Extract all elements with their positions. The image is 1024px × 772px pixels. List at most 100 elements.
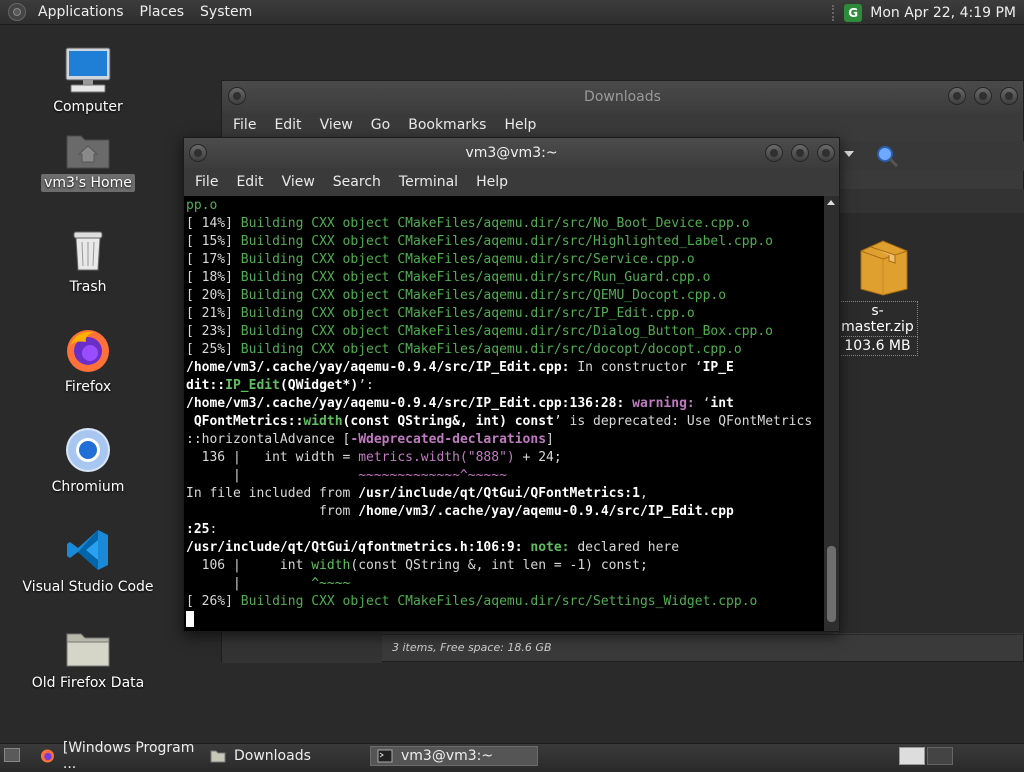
terminal-text: [ 21%]	[186, 306, 241, 321]
terminal-output[interactable]: pp.o [ 14%] Building CXX object CMakeFile…	[184, 196, 824, 631]
desktop-icon-vscode[interactable]: Visual Studio Code	[18, 526, 158, 596]
terminal-line: [ 14%] Building CXX object CMakeFiles/aq…	[186, 215, 824, 233]
scrollbar-thumb[interactable]	[827, 546, 836, 622]
menu-go[interactable]: Go	[362, 117, 399, 133]
applications-menu[interactable]: Applications	[30, 4, 132, 20]
terminal-text: :	[209, 522, 218, 537]
terminal-text: [ 25%]	[186, 342, 241, 357]
desktop-icon-old-firefox-data[interactable]: Old Firefox Data	[18, 628, 158, 692]
file-manager-titlebar[interactable]: Downloads	[222, 81, 1023, 113]
menu-file[interactable]: File	[186, 174, 227, 190]
firefox-icon	[40, 749, 54, 763]
terminal-text: (const QString&, int) const	[342, 414, 554, 429]
taskbar: [Windows Program ... Downloads vm3@vm3:~	[0, 740, 1024, 772]
desktop-icon-chromium[interactable]: Chromium	[18, 426, 158, 496]
terminal-line: :25:	[186, 521, 824, 539]
workspace-2[interactable]	[927, 747, 953, 765]
terminal-text: In constructor ‘	[569, 360, 703, 375]
folder-icon	[66, 633, 110, 667]
chevron-down-icon[interactable]	[844, 151, 854, 157]
terminal-text: int	[710, 396, 734, 411]
desktop-label: Trash	[69, 279, 107, 295]
terminal-text: ::horizontalAdvance [	[186, 432, 351, 447]
terminal-text: /home/vm3/.cache/yay/aqemu-0.9.4/src/IP_…	[186, 396, 625, 411]
desktop-icon-firefox[interactable]: Firefox	[18, 326, 158, 396]
terminal-titlebar[interactable]: vm3@vm3:~	[184, 138, 839, 168]
status-text: 3 items, Free space: 18.6 GB	[392, 641, 552, 654]
terminal-line: | ^~~~~	[186, 575, 824, 593]
minimize-button[interactable]	[765, 144, 783, 162]
terminal-cursor	[186, 611, 194, 627]
terminal-text: width	[303, 414, 343, 429]
terminal-line: In file included from /usr/include/qt/Qt…	[186, 485, 824, 503]
terminal-text: /usr/include/qt/QtGui/QFontMetrics:1	[358, 486, 640, 501]
menu-edit[interactable]: Edit	[227, 174, 272, 190]
terminal-text: ,	[639, 486, 648, 501]
file-view[interactable]: s-master.zip 103.6 MB	[838, 213, 1024, 633]
search-icon[interactable]	[874, 143, 900, 169]
task-windows-program[interactable]: [Windows Program ...	[34, 740, 202, 772]
terminal-scrollbar[interactable]	[824, 196, 839, 631]
desktop-icon-trash[interactable]: Trash	[18, 226, 158, 296]
menu-help[interactable]: Help	[495, 117, 545, 133]
terminal-text: 106 | int	[186, 558, 312, 573]
close-button[interactable]	[817, 144, 835, 162]
close-button[interactable]	[1000, 87, 1018, 105]
terminal-text: metrics.width("888")	[358, 450, 515, 465]
terminal-line: pp.o	[186, 197, 824, 215]
firefox-icon	[67, 330, 109, 372]
clock[interactable]: Mon Apr 22, 4:19 PM	[870, 5, 1016, 21]
desktop-icon-home[interactable]: vm3's Home	[18, 128, 158, 192]
terminal-line: [ 15%] Building CXX object CMakeFiles/aq…	[186, 233, 824, 251]
menu-help[interactable]: Help	[467, 174, 517, 190]
menu-search[interactable]: Search	[324, 174, 390, 190]
places-menu[interactable]: Places	[132, 4, 193, 20]
show-desktop-icon[interactable]	[4, 748, 20, 762]
terminal-text: [ 14%]	[186, 216, 241, 231]
terminal-line: 136 | int width = metrics.width("888") +…	[186, 449, 824, 467]
terminal-text: |	[186, 468, 359, 483]
terminal-line: [ 18%] Building CXX object CMakeFiles/aq…	[186, 269, 824, 287]
computer-icon	[65, 47, 111, 93]
desktop-icon-computer[interactable]: Computer	[18, 46, 158, 116]
task-downloads[interactable]: Downloads	[204, 746, 368, 766]
panel-separator	[832, 4, 836, 21]
terminal-line: ::horizontalAdvance [-Wdeprecated-declar…	[186, 431, 824, 449]
terminal-text: note:	[530, 540, 570, 555]
terminal-text: /home/vm3/.cache/yay/aqemu-0.9.4/src/IP_…	[358, 504, 734, 519]
menu-edit[interactable]: Edit	[265, 117, 310, 133]
task-label: vm3@vm3:~	[401, 748, 494, 764]
status-bar: 3 items, Free space: 18.6 GB	[382, 634, 1023, 661]
maximize-button[interactable]	[791, 144, 809, 162]
desktop-label: Computer	[53, 99, 123, 115]
file-item[interactable]: s-master.zip 103.6 MB	[838, 233, 918, 356]
task-label: [Windows Program ...	[62, 740, 195, 772]
terminal-line: /home/vm3/.cache/yay/aqemu-0.9.4/src/IP_…	[186, 359, 824, 377]
terminal-line: QFontMetrics::width(const QString&, int)…	[186, 413, 824, 431]
system-menu[interactable]: System	[192, 4, 260, 20]
terminal-window: vm3@vm3:~ File Edit View Search Terminal…	[183, 137, 840, 632]
scroll-up-icon[interactable]	[827, 200, 835, 205]
window-title: Downloads	[584, 89, 661, 105]
vscode-icon	[67, 530, 108, 570]
terminal-text: pp.o	[186, 198, 218, 213]
menu-terminal[interactable]: Terminal	[390, 174, 467, 190]
terminal-text: QFontMetrics::	[186, 414, 304, 429]
terminal-line: from /home/vm3/.cache/yay/aqemu-0.9.4/sr…	[186, 503, 824, 521]
trash-icon	[73, 231, 103, 271]
minimize-button[interactable]	[948, 87, 966, 105]
menu-launcher-icon[interactable]	[8, 3, 26, 21]
task-label: Downloads	[234, 748, 311, 764]
terminal-text: [ 17%]	[186, 252, 241, 267]
menu-view[interactable]: View	[311, 117, 362, 133]
task-terminal[interactable]: vm3@vm3:~	[370, 746, 538, 766]
maximize-button[interactable]	[974, 87, 992, 105]
terminal-text: IP_E	[702, 360, 734, 375]
update-manager-icon[interactable]: G	[844, 3, 863, 22]
top-panel: Applications Places System G Mon Apr 22,…	[0, 0, 1024, 25]
menu-view[interactable]: View	[273, 174, 324, 190]
menu-file[interactable]: File	[224, 117, 265, 133]
workspace-1[interactable]	[899, 747, 925, 765]
menu-bookmarks[interactable]: Bookmarks	[399, 117, 495, 133]
terminal-text: [ 26%]	[186, 594, 241, 609]
